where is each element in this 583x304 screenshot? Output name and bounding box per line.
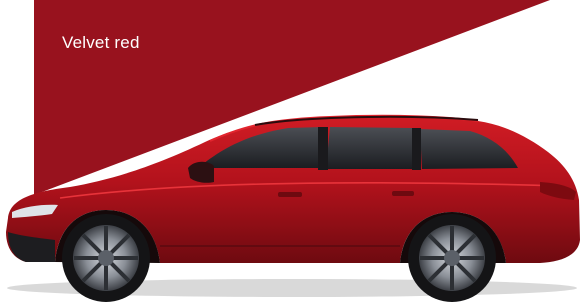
front-door-handle bbox=[278, 192, 302, 197]
color-swatch-card: Velvet red bbox=[0, 0, 583, 304]
rear-wheel bbox=[408, 214, 496, 302]
rear-door-handle bbox=[392, 191, 414, 196]
b-pillar bbox=[318, 127, 328, 170]
rear-window bbox=[326, 127, 414, 169]
c-pillar bbox=[412, 128, 421, 170]
estate-car-icon bbox=[6, 114, 580, 302]
front-wheel bbox=[62, 214, 150, 302]
